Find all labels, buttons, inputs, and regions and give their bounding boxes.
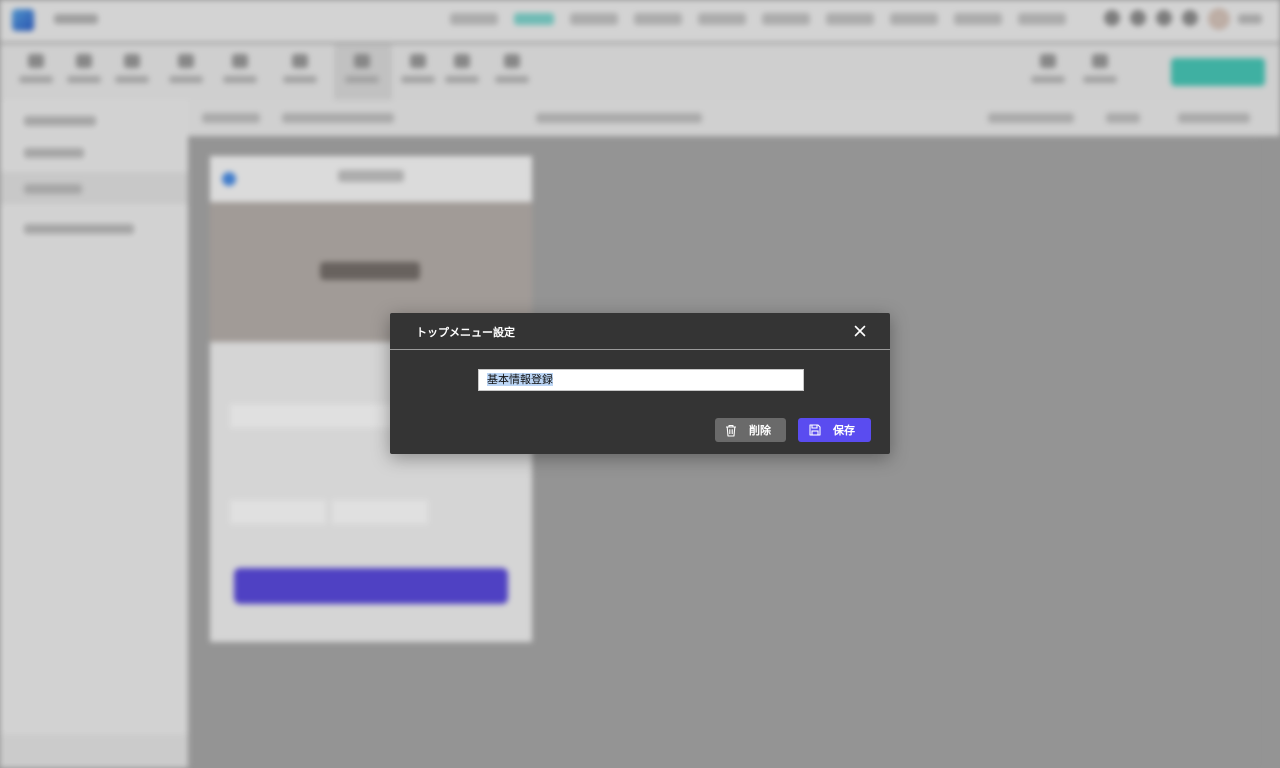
dialog-title: トップメニュー設定 [416, 326, 515, 339]
trash-icon [725, 424, 737, 437]
save-button-label: 保存 [833, 424, 855, 437]
top-menu-settings-dialog: トップメニュー設定 基本情報登録 削除 保存 [390, 313, 890, 454]
delete-button-label: 削除 [749, 424, 771, 437]
save-icon [809, 424, 821, 436]
menu-name-value: 基本情報登録 [487, 373, 553, 386]
menu-name-input[interactable]: 基本情報登録 [478, 369, 804, 391]
close-icon[interactable] [852, 323, 868, 339]
dialog-header: トップメニュー設定 [390, 313, 890, 350]
delete-button[interactable]: 削除 [715, 418, 786, 442]
save-button[interactable]: 保存 [798, 418, 871, 442]
